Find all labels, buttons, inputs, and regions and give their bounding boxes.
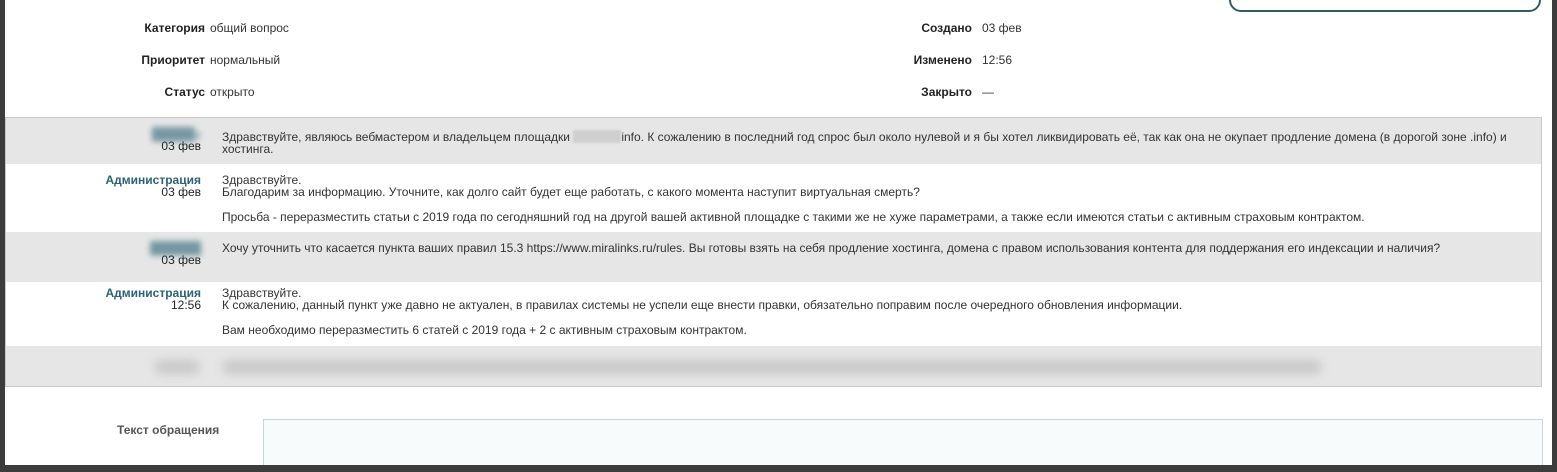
message-date: 03 фев — [161, 253, 201, 267]
message-body: Здравствуйте. Благодарим за информацию. … — [222, 173, 1365, 224]
message-author: Администрация 12:56 — [6, 287, 201, 311]
message-item: ██████ 03 фев Хочу уточнить что касается… — [6, 232, 1541, 282]
redacted-message — [222, 360, 1322, 374]
message-body: Здравствуйте, являюсь вебмастером и влад… — [222, 130, 1507, 156]
message-date: 12:56 — [170, 298, 201, 312]
message-author: ██████ 03 фев — [6, 242, 201, 266]
priority-value: нормальный — [210, 53, 281, 67]
created-label: Создано — [921, 21, 972, 35]
modified-label: Изменено — [913, 53, 972, 67]
compose-label: Текст обращения — [117, 423, 220, 437]
closed-value: — — [982, 85, 994, 99]
top-action-button[interactable] — [1229, 0, 1541, 12]
message-body: Здравствуйте. К сожалению, данный пункт … — [222, 286, 1183, 337]
modified-value: 12:56 — [982, 53, 1013, 67]
redacted-author — [154, 360, 200, 374]
message-body: Хочу уточнить что касается пункта ваших … — [222, 241, 1441, 255]
message-item: Администрация 12:56 Здравствуйте. К сожа… — [6, 282, 1541, 346]
message-author: Администрация 03 фев — [6, 174, 201, 198]
redacted-domain — [573, 130, 622, 143]
closed-label: Закрыто — [921, 85, 972, 99]
message-date: 03 фев — [161, 185, 201, 199]
compose-textarea[interactable] — [263, 419, 1543, 465]
message-item: ​█████y 03 фев Здравствуйте, являюсь веб… — [6, 118, 1541, 164]
message-item: Администрация 03 фев Здравствуйте. Благо… — [6, 164, 1541, 232]
message-author: ​█████y 03 фев — [6, 128, 201, 152]
message-date: 03 фев — [161, 139, 201, 153]
status-label: Статус — [164, 85, 205, 99]
category-label: Категория — [144, 21, 205, 35]
status-value: открыто — [210, 85, 255, 99]
message-item-redacted — [6, 346, 1541, 386]
ticket-panel: Категория общий вопрос Приоритет нормаль… — [5, 0, 1552, 465]
author-name-redacted: ██████ — [149, 241, 201, 255]
created-value: 03 фев — [982, 21, 1022, 35]
priority-label: Приоритет — [141, 53, 205, 67]
category-value: общий вопрос — [210, 21, 289, 35]
author-name-redacted: ​█████y — [151, 127, 201, 141]
message-thread: ​█████y 03 фев Здравствуйте, являюсь веб… — [5, 117, 1542, 387]
